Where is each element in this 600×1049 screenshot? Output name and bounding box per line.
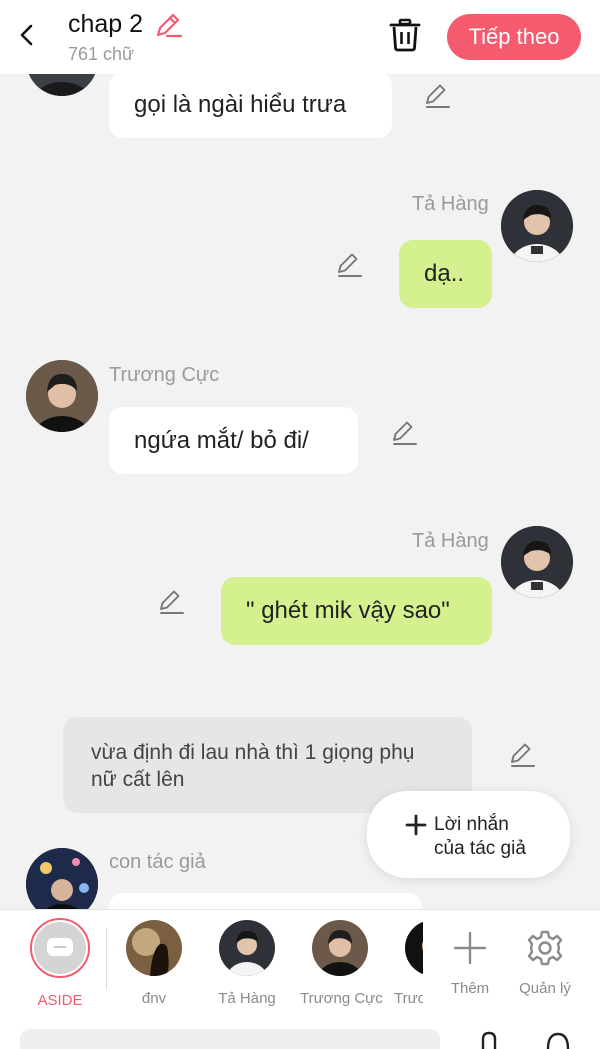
add-character-button[interactable]: Thêm	[430, 920, 510, 997]
speaker-name: Tả Hàng	[412, 530, 489, 552]
avatar	[501, 190, 573, 262]
edit-icon[interactable]	[157, 588, 185, 616]
manage-button[interactable]: Quản lý	[505, 920, 585, 997]
manage-label: Quản lý	[519, 980, 571, 997]
plus-icon	[453, 931, 487, 965]
avatar	[312, 920, 368, 976]
character-label: Trươ	[394, 990, 423, 1007]
avatar	[26, 360, 98, 432]
add-label: Thêm	[450, 980, 490, 997]
character-truong[interactable]: Trươ	[393, 920, 423, 1007]
edit-icon[interactable]	[390, 419, 418, 447]
message-bubble[interactable]: dạ..	[399, 240, 492, 308]
avatar	[405, 920, 423, 976]
edit-icon[interactable]	[423, 82, 451, 110]
message-bubble[interactable]: gọi là ngài hiểu trưa	[109, 72, 392, 138]
pencil-icon[interactable]	[153, 10, 183, 40]
character-dnv[interactable]: đnv	[114, 920, 194, 1007]
chat-bubble-icon	[47, 938, 73, 956]
avatar	[501, 526, 573, 598]
character-aside[interactable]: ASIDE	[20, 918, 100, 1009]
speaker-name: con tác giả	[109, 851, 206, 873]
word-count: 761 chữ	[68, 44, 135, 64]
character-bar: ASIDE đnv Tả Hàng Trương Cực Trươ Thêm Q…	[0, 909, 600, 1017]
avatar	[219, 920, 275, 976]
avatar	[126, 920, 182, 976]
speaker-name: Tả Hàng	[412, 193, 489, 215]
mic-icon[interactable]	[476, 1029, 502, 1049]
author-note-button[interactable]: Lời nhắn của tác giả	[367, 791, 570, 878]
message-input[interactable]	[20, 1029, 440, 1049]
speaker-name: Trương Cực	[109, 364, 220, 386]
character-ta-hang[interactable]: Tả Hàng	[207, 920, 287, 1007]
character-label: Trương Cực	[300, 990, 383, 1007]
plus-icon	[405, 814, 427, 836]
next-button[interactable]: Tiếp theo	[447, 14, 581, 60]
trash-icon[interactable]	[386, 16, 424, 54]
emoji-icon[interactable]	[545, 1029, 571, 1049]
top-bar: chap 2 761 chữ Tiếp theo	[0, 0, 600, 74]
message-bubble[interactable]: ngứa mắt/ bỏ đi/	[109, 407, 358, 474]
edit-icon[interactable]	[508, 741, 536, 769]
author-note-label: Lời nhắn của tác giả	[434, 814, 526, 859]
character-label: ASIDE	[37, 992, 83, 1009]
back-arrow-icon[interactable]	[14, 20, 40, 50]
character-label: đnv	[141, 990, 167, 1007]
gear-icon	[527, 930, 563, 966]
input-bar	[0, 1017, 600, 1049]
character-truong-cuc[interactable]: Trương Cực	[300, 920, 383, 1007]
character-label: Tả Hàng	[218, 990, 276, 1007]
divider	[106, 928, 107, 990]
edit-icon[interactable]	[335, 251, 363, 279]
chapter-title[interactable]: chap 2	[68, 10, 143, 39]
message-bubble[interactable]: " ghét mik vậy sao"	[221, 577, 492, 645]
